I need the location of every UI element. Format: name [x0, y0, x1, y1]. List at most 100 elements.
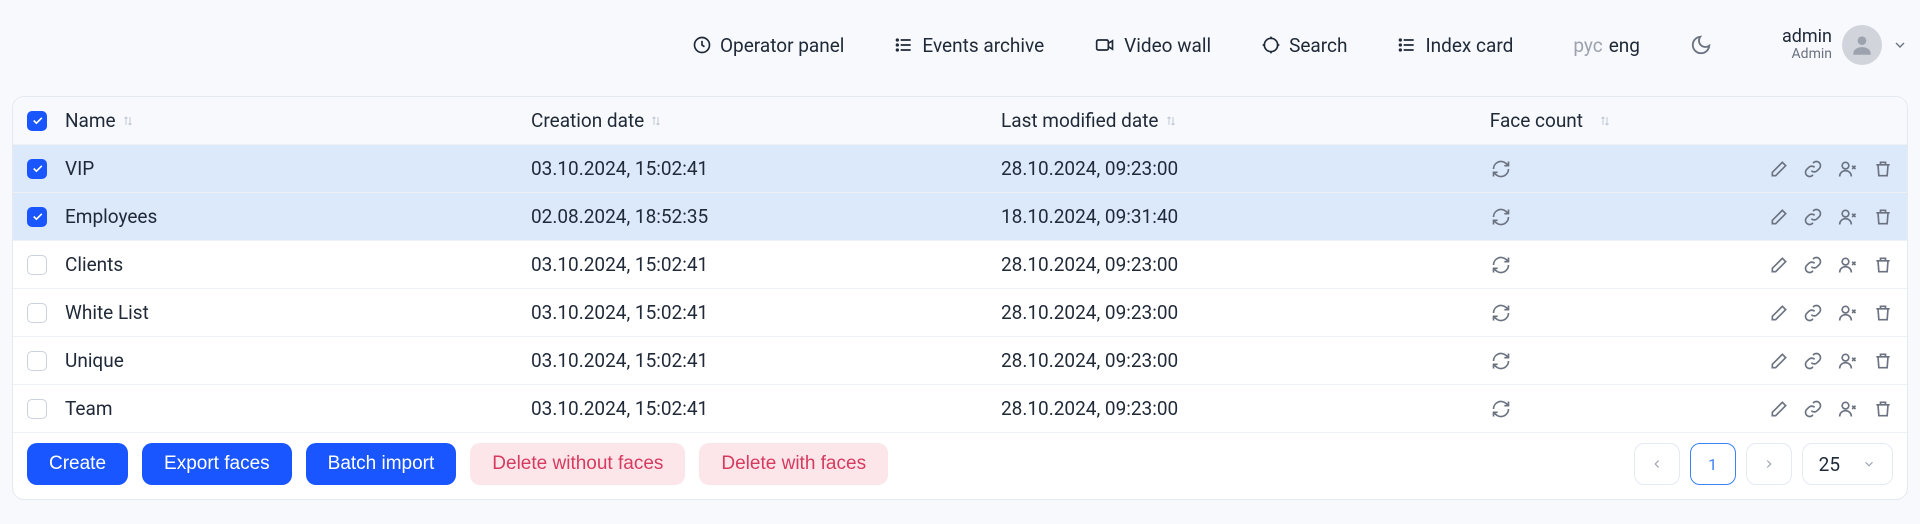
row-cdate: 03.10.2024, 15:02:41 — [531, 157, 708, 180]
delete-button[interactable] — [1873, 207, 1893, 227]
select-all-checkbox[interactable] — [27, 111, 47, 131]
row-cdate: 03.10.2024, 15:02:41 — [531, 349, 708, 372]
next-page-button[interactable] — [1746, 443, 1792, 485]
edit-button[interactable] — [1769, 399, 1789, 419]
delete-button[interactable] — [1873, 399, 1893, 419]
edit-button[interactable] — [1769, 351, 1789, 371]
nav-index-card[interactable]: Index card — [1397, 34, 1513, 57]
remove-user-button[interactable] — [1837, 255, 1859, 275]
theme-toggle[interactable] — [1690, 34, 1712, 56]
export-faces-button[interactable]: Export faces — [142, 443, 292, 485]
nav-operator-panel[interactable]: Operator panel — [692, 34, 844, 57]
lists-panel: Name Creation date Last modified date Fa… — [12, 96, 1908, 500]
sort-icon — [1165, 114, 1177, 128]
edit-button[interactable] — [1769, 207, 1789, 227]
refresh-count-button[interactable] — [1491, 159, 1511, 179]
page-number-current[interactable]: 1 — [1690, 443, 1736, 485]
col-header-count[interactable]: Face count — [1371, 109, 1651, 132]
link-button[interactable] — [1803, 159, 1823, 179]
nav-label: Search — [1289, 34, 1347, 57]
row-cdate: 03.10.2024, 15:02:41 — [531, 301, 708, 324]
nav-label: Events archive — [922, 34, 1044, 57]
table-footer: Create Export faces Batch import Delete … — [13, 433, 1907, 499]
edit-button[interactable] — [1769, 303, 1789, 323]
col-label: Last modified date — [1001, 109, 1159, 132]
table-row[interactable]: Unique 03.10.2024, 15:02:41 28.10.2024, … — [13, 337, 1907, 385]
user-name: admin — [1782, 27, 1832, 47]
col-header-cdate[interactable]: Creation date — [531, 109, 1001, 132]
moon-icon — [1690, 34, 1712, 56]
target-icon — [1261, 35, 1281, 55]
row-checkbox[interactable] — [27, 303, 47, 323]
refresh-count-button[interactable] — [1491, 351, 1511, 371]
delete-button[interactable] — [1873, 351, 1893, 371]
table-row[interactable]: Team 03.10.2024, 15:02:41 28.10.2024, 09… — [13, 385, 1907, 433]
link-button[interactable] — [1803, 207, 1823, 227]
link-button[interactable] — [1803, 303, 1823, 323]
nav-label: Operator panel — [720, 34, 844, 57]
delete-button[interactable] — [1873, 303, 1893, 323]
row-cdate: 02.08.2024, 18:52:35 — [531, 205, 708, 228]
link-button[interactable] — [1803, 255, 1823, 275]
nav-search[interactable]: Search — [1261, 34, 1347, 57]
sort-icon — [650, 114, 662, 128]
table-row[interactable]: Clients 03.10.2024, 15:02:41 28.10.2024,… — [13, 241, 1907, 289]
language-switch: рус eng — [1573, 34, 1640, 57]
table-row[interactable]: Employees 02.08.2024, 18:52:35 18.10.202… — [13, 193, 1907, 241]
pagination: 1 25 — [1634, 443, 1893, 485]
prev-page-button[interactable] — [1634, 443, 1680, 485]
refresh-count-button[interactable] — [1491, 207, 1511, 227]
link-button[interactable] — [1803, 399, 1823, 419]
refresh-count-button[interactable] — [1491, 399, 1511, 419]
delete-without-faces-button[interactable]: Delete without faces — [470, 443, 685, 485]
nav-label: Index card — [1425, 34, 1513, 57]
nav-label: Video wall — [1124, 34, 1211, 57]
nav-events-archive[interactable]: Events archive — [894, 34, 1044, 57]
row-checkbox[interactable] — [27, 159, 47, 179]
row-mdate: 18.10.2024, 09:31:40 — [1001, 205, 1178, 228]
lang-eng[interactable]: eng — [1609, 34, 1640, 57]
user-role: Admin — [1792, 47, 1832, 62]
row-name: Employees — [65, 205, 157, 228]
delete-with-faces-button[interactable]: Delete with faces — [699, 443, 888, 485]
edit-button[interactable] — [1769, 255, 1789, 275]
page-size-select[interactable]: 25 — [1802, 443, 1893, 485]
table-row[interactable]: White List 03.10.2024, 15:02:41 28.10.20… — [13, 289, 1907, 337]
row-checkbox[interactable] — [27, 399, 47, 419]
col-header-mdate[interactable]: Last modified date — [1001, 109, 1371, 132]
row-name: Team — [65, 397, 113, 420]
batch-import-button[interactable]: Batch import — [306, 443, 457, 485]
remove-user-button[interactable] — [1837, 351, 1859, 371]
remove-user-button[interactable] — [1837, 207, 1859, 227]
row-cdate: 03.10.2024, 15:02:41 — [531, 397, 708, 420]
list-icon — [894, 35, 914, 55]
remove-user-button[interactable] — [1837, 159, 1859, 179]
row-name: White List — [65, 301, 149, 324]
col-label: Creation date — [531, 109, 644, 132]
row-mdate: 28.10.2024, 09:23:00 — [1001, 157, 1178, 180]
row-name: VIP — [65, 157, 94, 180]
nav-video-wall[interactable]: Video wall — [1094, 34, 1211, 57]
refresh-count-button[interactable] — [1491, 303, 1511, 323]
row-checkbox[interactable] — [27, 351, 47, 371]
col-label: Name — [65, 109, 116, 132]
user-menu[interactable]: admin Admin — [1782, 25, 1908, 65]
link-button[interactable] — [1803, 351, 1823, 371]
delete-button[interactable] — [1873, 159, 1893, 179]
row-mdate: 28.10.2024, 09:23:00 — [1001, 397, 1178, 420]
row-name: Unique — [65, 349, 124, 372]
col-header-name[interactable]: Name — [61, 109, 531, 132]
refresh-count-button[interactable] — [1491, 255, 1511, 275]
lang-rus[interactable]: рус — [1573, 34, 1602, 57]
row-checkbox[interactable] — [27, 255, 47, 275]
page-size-value: 25 — [1819, 453, 1840, 476]
chevron-down-icon — [1892, 37, 1908, 53]
table-row[interactable]: VIP 03.10.2024, 15:02:41 28.10.2024, 09:… — [13, 145, 1907, 193]
delete-button[interactable] — [1873, 255, 1893, 275]
remove-user-button[interactable] — [1837, 399, 1859, 419]
row-mdate: 28.10.2024, 09:23:00 — [1001, 253, 1178, 276]
edit-button[interactable] — [1769, 159, 1789, 179]
create-button[interactable]: Create — [27, 443, 128, 485]
remove-user-button[interactable] — [1837, 303, 1859, 323]
row-checkbox[interactable] — [27, 207, 47, 227]
